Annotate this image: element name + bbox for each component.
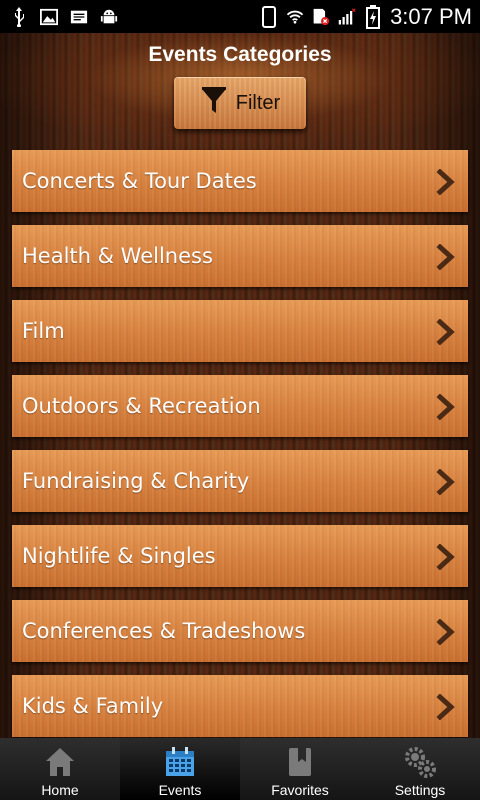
tab-label: Settings bbox=[394, 782, 446, 798]
sd-card-error-icon bbox=[312, 8, 330, 26]
tab-favorites[interactable]: Favorites bbox=[240, 738, 360, 800]
category-label: Conferences & Tradeshows bbox=[22, 619, 306, 643]
filter-button[interactable]: Filter bbox=[174, 77, 306, 129]
category-item-outdoors[interactable]: Outdoors & Recreation bbox=[12, 375, 468, 437]
category-list: Concerts & Tour Dates Health & Wellness … bbox=[12, 150, 468, 750]
chevron-right-icon bbox=[436, 244, 455, 270]
tab-settings[interactable]: Settings bbox=[360, 738, 480, 800]
chevron-right-icon bbox=[436, 169, 455, 195]
category-item-kids[interactable]: Kids & Family bbox=[12, 675, 468, 737]
android-debug-icon bbox=[100, 8, 118, 26]
image-icon bbox=[40, 8, 58, 26]
chevron-right-icon bbox=[436, 394, 455, 420]
tab-home[interactable]: Home bbox=[0, 738, 120, 800]
chevron-right-icon bbox=[436, 619, 455, 645]
bookmark-icon bbox=[283, 745, 317, 779]
phone-icon bbox=[260, 5, 278, 28]
bottom-nav: Home Events Favorites Settings bbox=[0, 738, 480, 800]
tab-events[interactable]: Events bbox=[120, 738, 240, 800]
status-time: 3:07 PM bbox=[390, 3, 472, 29]
chevron-right-icon bbox=[436, 469, 455, 495]
filter-label: Filter bbox=[235, 91, 281, 114]
header: Events Categories Filter bbox=[0, 33, 480, 148]
funnel-icon bbox=[200, 86, 228, 120]
chevron-right-icon bbox=[436, 544, 455, 570]
category-label: Fundraising & Charity bbox=[22, 469, 250, 493]
category-label: Film bbox=[22, 319, 65, 343]
calendar-icon bbox=[163, 745, 197, 779]
category-label: Kids & Family bbox=[22, 694, 164, 718]
tab-label: Favorites bbox=[271, 782, 329, 798]
wifi-icon bbox=[286, 8, 304, 26]
tab-label: Home bbox=[41, 782, 79, 798]
category-label: Concerts & Tour Dates bbox=[22, 169, 257, 193]
category-item-concerts[interactable]: Concerts & Tour Dates bbox=[12, 150, 468, 212]
chevron-right-icon bbox=[436, 319, 455, 345]
category-label: Outdoors & Recreation bbox=[22, 394, 261, 418]
tab-label: Events bbox=[158, 782, 202, 798]
category-label: Nightlife & Singles bbox=[22, 544, 216, 568]
gears-icon bbox=[403, 745, 437, 779]
signal-icon bbox=[338, 7, 356, 26]
chevron-right-icon bbox=[436, 694, 455, 720]
category-item-fundraising[interactable]: Fundraising & Charity bbox=[12, 450, 468, 512]
usb-icon bbox=[10, 6, 28, 27]
category-item-nightlife[interactable]: Nightlife & Singles bbox=[12, 525, 468, 587]
page-title: Events Categories bbox=[148, 43, 332, 66]
category-item-conferences[interactable]: Conferences & Tradeshows bbox=[12, 600, 468, 662]
category-item-health[interactable]: Health & Wellness bbox=[12, 225, 468, 287]
category-item-film[interactable]: Film bbox=[12, 300, 468, 362]
battery-icon bbox=[364, 4, 382, 29]
message-icon bbox=[70, 8, 88, 26]
home-icon bbox=[43, 745, 77, 779]
category-label: Health & Wellness bbox=[22, 244, 213, 268]
status-bar: 3:07 PM bbox=[0, 0, 480, 33]
